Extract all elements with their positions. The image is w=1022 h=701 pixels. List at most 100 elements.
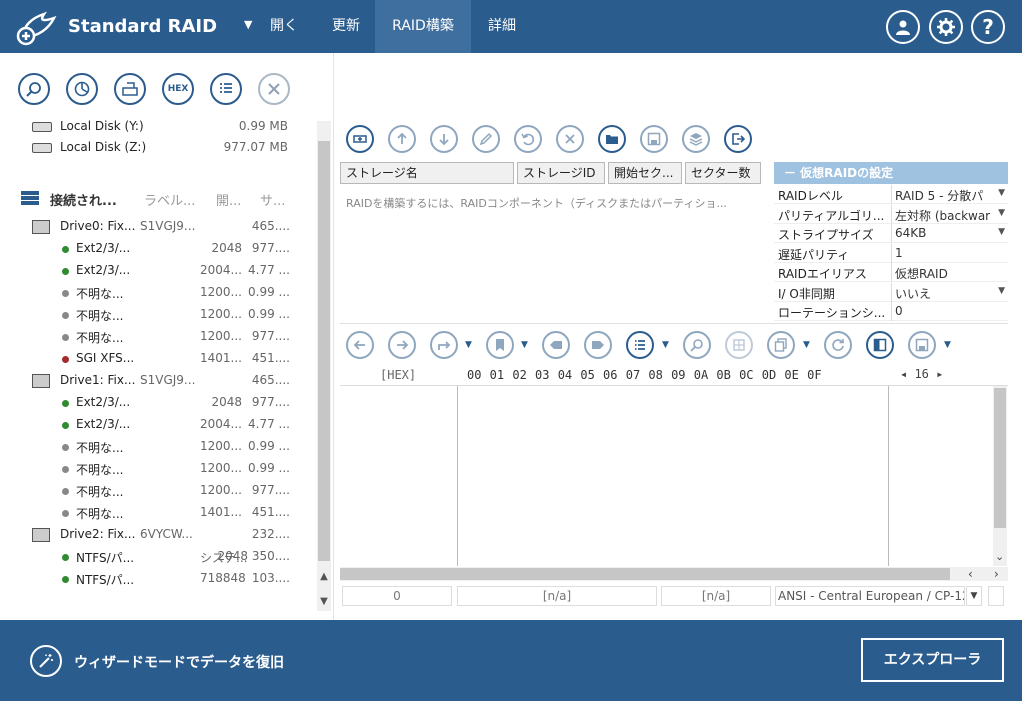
goto-button[interactable] [430,331,458,359]
close-drive-button[interactable] [258,73,290,105]
chevron-down-icon[interactable]: ▼ [803,340,810,350]
remove-button[interactable] [556,125,584,153]
list-view-button[interactable] [210,73,242,105]
partition-item[interactable]: Ext2/3/... 2048 977.... [62,239,290,259]
column-sector-count[interactable]: セクター数 [685,162,761,184]
partition-item[interactable]: NTFS/パ... 718848 103.... [62,569,290,589]
partition-item[interactable]: 不明な... 1200... 0.99 ... [62,283,290,303]
scroll-down-icon[interactable]: ▼ [317,596,331,610]
chevron-down-icon[interactable]: ▼ [966,586,982,606]
move-down-button[interactable] [430,125,458,153]
setting-value[interactable]: 1 [895,246,999,260]
raid-setting-row[interactable]: RAIDレベル RAID 5 - 分散パ ▼ [774,185,1008,204]
chevron-down-icon[interactable]: ▼ [998,286,1005,296]
save-hex-button[interactable] [908,331,936,359]
raid-setting-row[interactable]: I/ O非同期 いいえ ▼ [774,282,1008,302]
chevron-down-icon[interactable]: ▼ [662,340,669,350]
column-size[interactable]: サ... [260,190,285,209]
chevron-down-icon[interactable]: ▼ [998,227,1005,237]
refresh-button[interactable] [824,331,852,359]
hex-vertical-thumb[interactable] [994,388,1006,528]
hex-horizontal-scrollbar[interactable]: ‹ › [340,567,1008,581]
raid-setting-row[interactable]: 遅延パリティ 1 [774,243,1008,263]
menu-update[interactable]: 更新 [320,0,372,53]
bookmark-button[interactable] [486,331,514,359]
chevron-down-icon[interactable]: ▼ [465,340,472,350]
wizard-button[interactable] [30,645,62,677]
tree-scroll-thumb[interactable] [318,141,330,561]
view-list-button[interactable] [626,331,654,359]
help-button[interactable]: ? [971,10,1005,44]
search-drive-button[interactable] [18,73,50,105]
partition-item[interactable]: 不明な... 1401... 451.... [62,503,290,523]
find-button[interactable] [683,331,711,359]
disk-item[interactable]: Local Disk (Y:) 0.99 MB [32,117,292,137]
disk-item[interactable]: Local Disk (Z:) 977.07 MB [32,138,292,158]
hex-vertical-scrollbar[interactable]: ⌄ [993,386,1007,566]
mount-image-button[interactable] [114,73,146,105]
setting-value[interactable]: 0 [895,304,999,318]
partition-item[interactable]: 不明な... 1200... 977.... [62,481,290,501]
user-button[interactable] [886,10,920,44]
chevron-right-icon[interactable]: › [994,567,999,581]
column-storage-id[interactable]: ストレージID [517,162,605,184]
open-folder-button[interactable] [598,125,626,153]
undo-button[interactable] [514,125,542,153]
hex-horizontal-thumb[interactable] [340,568,950,580]
setting-value[interactable]: いいえ [895,285,999,302]
menu-open[interactable]: 開く [258,0,310,53]
partition-item[interactable]: SGI XFS... 1401... 451.... [62,349,290,369]
save-button[interactable] [640,125,668,153]
scan-button[interactable] [66,73,98,105]
toggle-panel-button[interactable] [866,331,894,359]
edit-button[interactable] [472,125,500,153]
chevron-down-icon[interactable]: ▼ [521,340,528,350]
scroll-up-icon[interactable]: ▲ [317,571,331,585]
select-block-button[interactable] [725,331,753,359]
drive-item[interactable]: Drive2: Fix... 6VYCW... 232.... [32,525,290,545]
chevron-down-icon[interactable]: ▼ [998,208,1005,218]
setting-value[interactable]: 仮想RAID [895,265,999,282]
hex-view-button[interactable]: HEX [162,73,194,105]
encoding-select[interactable]: ANSI - Central European / CP-12 [775,586,965,606]
copy-button[interactable] [767,331,795,359]
prev-match-button[interactable] [542,331,570,359]
partition-item[interactable]: 不明な... 1200... 977.... [62,327,290,347]
tree-scrollbar[interactable]: ▲ ▼ [317,121,331,611]
menu-dropdown-icon[interactable]: ▼ [244,18,252,31]
column-connected[interactable]: 接続され... [50,190,117,209]
nav-forward-button[interactable] [388,331,416,359]
column-open[interactable]: 開... [216,190,241,209]
column-start-sector[interactable]: 開始セク... [608,162,682,184]
settings-button[interactable] [929,10,963,44]
raid-setting-row[interactable]: パリティアルゴリ... 左対称 (backwar ▼ [774,204,1008,224]
chevron-left-icon[interactable]: ‹ [968,567,973,581]
setting-value[interactable]: 64KB [895,226,999,240]
offset-field[interactable]: 0 [342,586,452,606]
chevron-down-icon[interactable]: ▼ [944,340,951,350]
next-match-button[interactable] [584,331,612,359]
partition-item[interactable]: Ext2/3/... 2004... 4.77 ... [62,415,290,435]
partition-item[interactable]: 不明な... 1200... 0.99 ... [62,437,290,457]
menu-raid-build[interactable]: RAID構築 [375,0,471,53]
partition-item[interactable]: Ext2/3/... 2048 977.... [62,393,290,413]
raid-settings-title[interactable]: － 仮想RAIDの設定 [774,162,1008,184]
raid-setting-row[interactable]: RAIDエイリアス 仮想RAID [774,263,1008,282]
wizard-mode-link[interactable]: ウィザードモードでデータを復旧 [74,652,284,672]
setting-value[interactable]: RAID 5 - 分散パ [895,187,999,204]
hex-width-stepper[interactable]: ◂ 16 ▸ [900,367,943,381]
move-up-button[interactable] [388,125,416,153]
add-component-button[interactable] [346,125,374,153]
export-button[interactable] [724,125,752,153]
partition-item[interactable]: 不明な... 1200... 0.99 ... [62,305,290,325]
raid-setting-row[interactable]: ローテーションシ... 0 [774,302,1008,321]
explorer-button[interactable]: エクスプローラ [861,638,1004,682]
hex-view[interactable]: ⌄ [340,385,1008,566]
chevron-down-icon[interactable]: ⌄ [995,550,1004,563]
layers-button[interactable] [682,125,710,153]
drive-item[interactable]: Drive0: Fix... S1VGJ9... 465.... [32,217,290,237]
column-label[interactable]: ラベル... [144,190,195,209]
partition-item[interactable]: Ext2/3/... 2004... 4.77 ... [62,261,290,281]
menu-detail[interactable]: 詳細 [474,0,530,53]
nav-back-button[interactable] [346,331,374,359]
